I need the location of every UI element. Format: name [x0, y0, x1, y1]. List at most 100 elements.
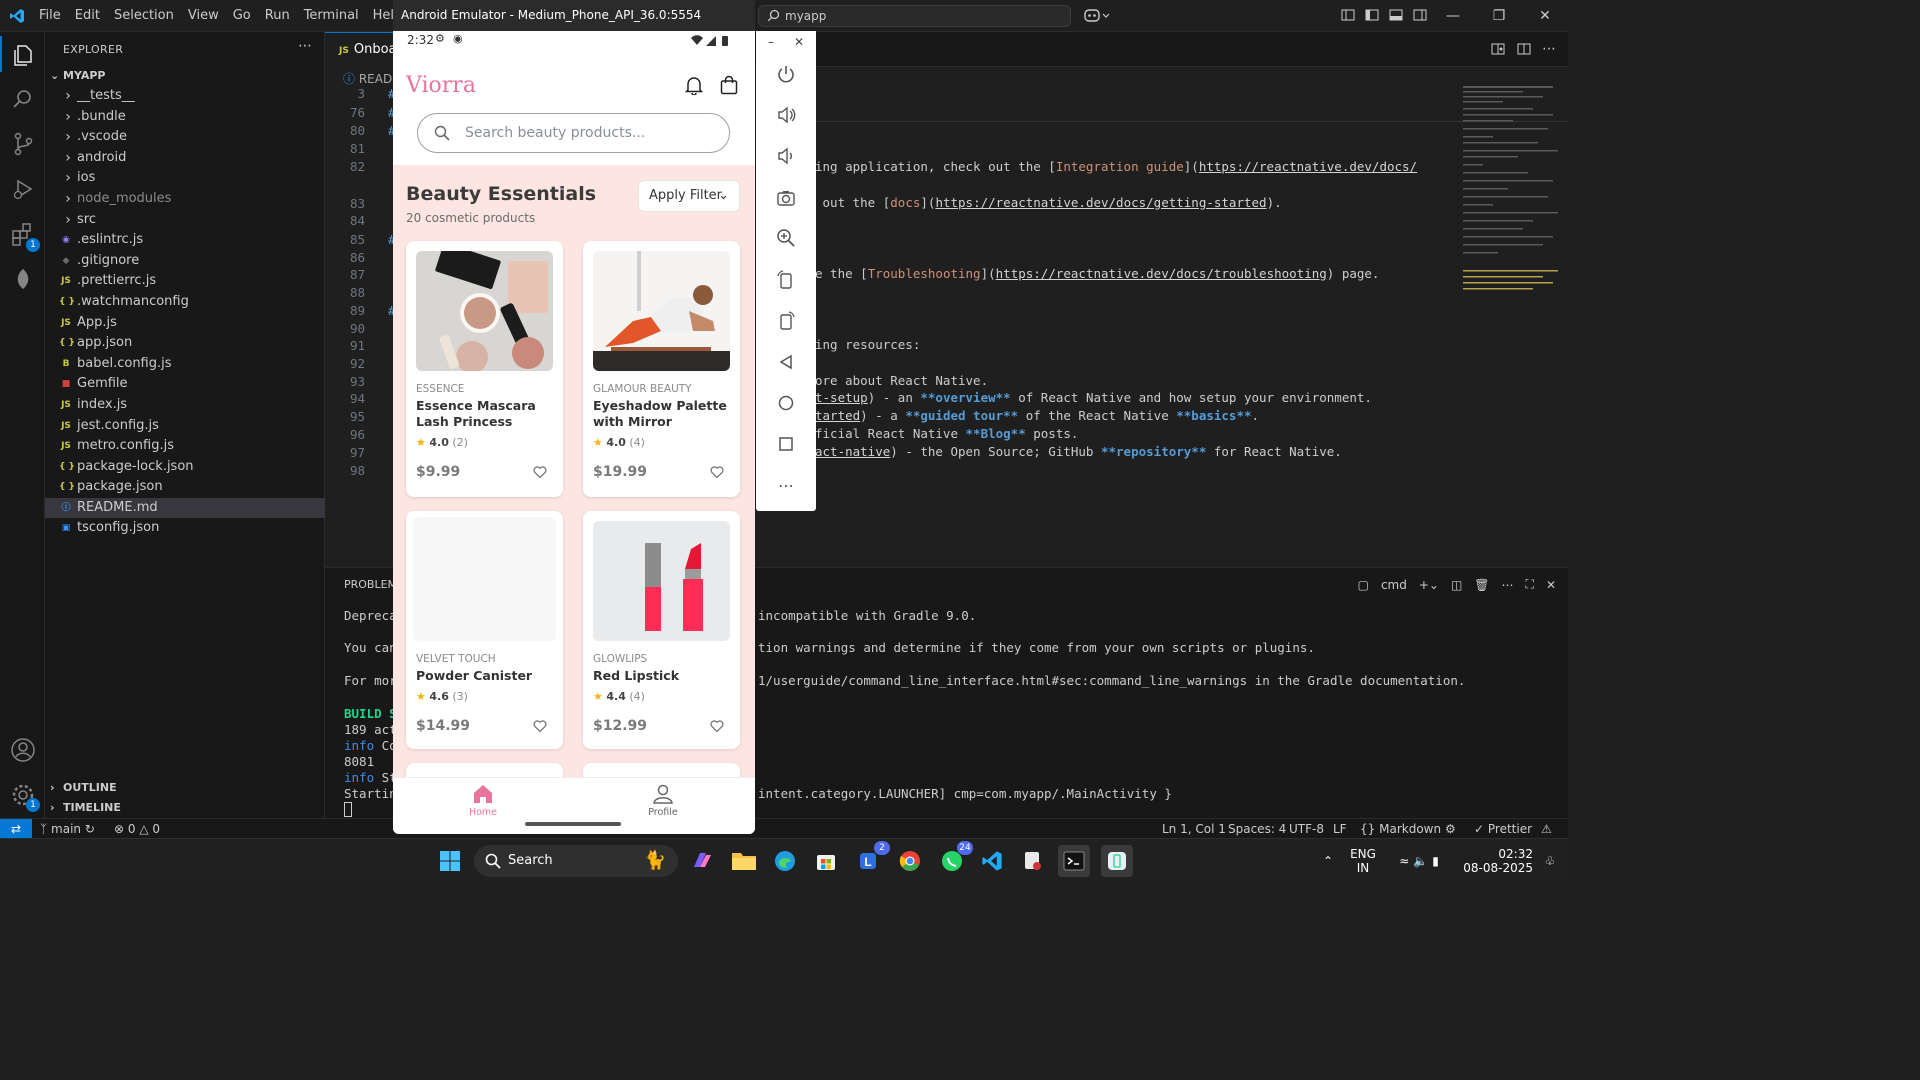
menu-terminal[interactable]: Terminal	[297, 0, 366, 32]
gesture-bar[interactable]	[525, 822, 621, 826]
emulator-close-icon[interactable]: ✕	[794, 35, 804, 49]
file-item[interactable]: { } package.json	[45, 477, 325, 498]
code-line-96[interactable]: ficial React Native **Blog** posts.	[815, 426, 1078, 441]
minimize-icon[interactable]: —	[1430, 0, 1476, 32]
timeline-section[interactable]: › TIMELINE	[45, 798, 325, 818]
menu-selection[interactable]: Selection	[107, 0, 181, 32]
rotate-left-icon[interactable]	[775, 269, 797, 291]
menu-view[interactable]: View	[181, 0, 226, 32]
volume-up-icon[interactable]	[775, 104, 797, 126]
heart-icon[interactable]	[533, 465, 547, 479]
outline-section[interactable]: › OUTLINE	[45, 778, 325, 798]
code-line-83[interactable]: out the [docs](https://reactnative.dev/d…	[815, 195, 1282, 210]
folder-item[interactable]: › .bundle	[45, 107, 325, 128]
source-control-icon[interactable]	[10, 131, 36, 157]
overview-icon[interactable]	[775, 433, 797, 455]
back-icon[interactable]	[775, 351, 797, 373]
file-item[interactable]: { } package-lock.json	[45, 457, 325, 478]
language-mode[interactable]: {} Markdown	[1360, 819, 1441, 839]
close-icon[interactable]: ✕	[1522, 0, 1568, 32]
power-icon[interactable]	[775, 63, 797, 85]
bell-icon[interactable]	[685, 75, 703, 95]
code-line-94[interactable]: t-setup) - an **overview** of React Nati…	[815, 390, 1372, 405]
android-emulator-icon[interactable]	[1101, 845, 1133, 877]
language-indicator[interactable]: ENG IN	[1345, 847, 1381, 877]
heart-icon[interactable]	[710, 465, 724, 479]
copilot-icon[interactable]	[1084, 7, 1110, 25]
line-ending[interactable]: LF	[1333, 819, 1347, 839]
microsoft-store-icon[interactable]	[810, 845, 842, 877]
edge-browser-icon[interactable]	[769, 845, 801, 877]
chrome-icon[interactable]	[894, 845, 926, 877]
code-line-91[interactable]: ing resources:	[815, 337, 920, 352]
file-item[interactable]: { } app.json	[45, 333, 325, 354]
explorer-icon[interactable]	[0, 36, 36, 72]
extensions-icon[interactable]: 1	[10, 222, 40, 252]
heart-icon[interactable]	[533, 719, 547, 733]
file-item[interactable]: Bbabel.config.js	[45, 354, 325, 375]
start-windows-icon[interactable]	[434, 845, 466, 877]
code-line-93[interactable]: ore about React Native.	[815, 373, 988, 388]
folder-item[interactable]: › android	[45, 148, 325, 169]
taskbar-search[interactable]: Search 🐈	[474, 845, 678, 877]
terminal-shell[interactable]: cmd	[1381, 578, 1407, 592]
menu-go[interactable]: Go	[226, 0, 258, 32]
code-line-97[interactable]: act-native) - the Open Source; GitHub **…	[815, 444, 1342, 459]
customize-layout-icon[interactable]	[1340, 7, 1356, 23]
product-card[interactable]: GLOWLIPS Red Lipstick ★ 4.4 (4) $12.99	[583, 511, 740, 749]
heart-icon[interactable]	[710, 719, 724, 733]
account-icon[interactable]	[10, 737, 36, 763]
system-tray-icons[interactable]: ≈🔈▮	[1390, 839, 1452, 882]
indentation[interactable]: Spaces: 4	[1228, 819, 1286, 839]
problems-status[interactable]: ⊗ 0 △ 0	[114, 819, 160, 839]
copilot-status-icon[interactable]: ⚙	[1445, 819, 1456, 839]
product-search-input[interactable]: Search beauty products...	[417, 113, 730, 153]
bell-icon[interactable]: ⚠	[1541, 819, 1552, 839]
prettier-status[interactable]: ✓ Prettier	[1474, 819, 1532, 839]
menu-edit[interactable]: Edit	[68, 0, 107, 32]
remote-indicator-icon[interactable]: ⇄	[0, 819, 32, 839]
nav-profile[interactable]: Profile	[633, 784, 693, 818]
folder-item[interactable]: › node_modules	[45, 189, 325, 210]
menu-run[interactable]: Run	[258, 0, 297, 32]
trash-icon[interactable]: 🗑	[1474, 578, 1489, 592]
nav-home[interactable]: Home	[453, 784, 513, 818]
code-line-95[interactable]: tarted) - a **guided tour** of the React…	[815, 408, 1259, 423]
product-card[interactable]	[406, 763, 563, 777]
leaf-extension-icon[interactable]	[10, 266, 36, 292]
copilot-app-icon[interactable]	[686, 845, 718, 877]
new-terminal-icon[interactable]: +⌄	[1419, 578, 1439, 592]
teams-icon[interactable]: L2	[853, 841, 890, 877]
volume-down-icon[interactable]	[775, 145, 797, 167]
file-item[interactable]: JS .prettierrc.js	[45, 271, 325, 292]
folder-item[interactable]: › ios	[45, 168, 325, 189]
file-item[interactable]: ▣ tsconfig.json	[45, 518, 325, 539]
shopping-bag-icon[interactable]	[720, 75, 738, 95]
code-line-87[interactable]: e the [Troubleshooting](https://reactnat…	[815, 266, 1379, 281]
vscode-taskbar-icon[interactable]	[976, 845, 1008, 877]
editor-more-icon[interactable]: ⋯	[1542, 41, 1556, 57]
editor-tab[interactable]: JS Onboa	[325, 32, 397, 67]
whatsapp-icon[interactable]: 24	[936, 841, 973, 877]
notification-bell-icon[interactable]: ♧	[1540, 839, 1560, 882]
product-card[interactable]: GLAMOUR BEAUTY Eyeshadow Palette with Mi…	[583, 241, 740, 497]
file-item[interactable]: JS jest.config.js	[45, 416, 325, 437]
command-center[interactable]: myapp	[758, 5, 1071, 27]
file-item[interactable]: ◉ .eslintrc.js	[45, 230, 325, 251]
workspace-root[interactable]: ⌄ MYAPP	[45, 66, 325, 86]
chevron-up-icon[interactable]: ⌃	[1318, 839, 1338, 882]
file-item[interactable]: JS App.js	[45, 313, 325, 334]
split-terminal-icon[interactable]: ◫	[1451, 578, 1462, 592]
toggle-secondary-sidebar-icon[interactable]	[1412, 7, 1428, 23]
panel-more-icon[interactable]: ⋯	[1502, 578, 1514, 592]
toggle-panel-icon[interactable]	[1388, 7, 1404, 23]
search-view-icon[interactable]	[10, 86, 36, 112]
file-item[interactable]: { } .watchmanconfig	[45, 292, 325, 313]
folder-item[interactable]: › .vscode	[45, 127, 325, 148]
run-debug-icon[interactable]	[10, 176, 36, 202]
zoom-icon[interactable]	[775, 227, 797, 249]
toggle-sidebar-icon[interactable]	[1364, 7, 1380, 23]
camera-icon[interactable]	[775, 187, 797, 209]
rotate-right-icon[interactable]	[775, 310, 797, 332]
split-editor-icon[interactable]	[1516, 41, 1532, 57]
